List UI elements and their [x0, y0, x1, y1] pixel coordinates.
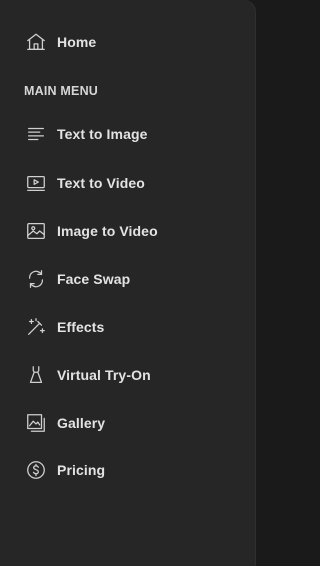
sidebar-item-label: Home — [57, 34, 97, 50]
sidebar-item-label: Pricing — [57, 462, 106, 478]
magic-wand-icon — [24, 315, 48, 339]
image-icon — [24, 219, 48, 243]
gallery-icon — [24, 411, 48, 435]
sidebar-item-image-to-video[interactable]: Image to Video — [24, 219, 158, 243]
sidebar-item-gallery[interactable]: Gallery — [24, 411, 105, 435]
dollar-circle-icon — [24, 458, 48, 482]
sidebar: Home MAIN MENU Text to Image Text to Vid… — [0, 0, 256, 566]
sidebar-item-label: Text to Video — [57, 175, 145, 191]
swap-arrows-icon — [24, 267, 48, 291]
sidebar-item-label: Face Swap — [57, 271, 131, 287]
sidebar-item-label: Effects — [57, 319, 105, 335]
sidebar-item-label: Gallery — [57, 415, 106, 431]
sidebar-item-label: Text to Image — [57, 126, 148, 142]
sidebar-item-label: Image to Video — [57, 223, 158, 239]
sidebar-item-label: Virtual Try-On — [57, 367, 151, 383]
sidebar-item-text-to-image[interactable]: Text to Image — [24, 122, 148, 146]
sidebar-item-home[interactable]: Home — [24, 30, 96, 54]
sidebar-item-face-swap[interactable]: Face Swap — [24, 267, 130, 291]
section-title-main-menu: MAIN MENU — [24, 84, 99, 98]
dress-icon — [24, 363, 48, 387]
play-screen-icon — [24, 171, 48, 195]
sidebar-item-text-to-video[interactable]: Text to Video — [24, 171, 145, 195]
home-icon — [24, 30, 48, 54]
sidebar-item-pricing[interactable]: Pricing — [24, 458, 105, 482]
sidebar-item-effects[interactable]: Effects — [24, 315, 104, 339]
text-lines-icon — [24, 122, 48, 146]
sidebar-item-virtual-try-on[interactable]: Virtual Try-On — [24, 363, 151, 387]
